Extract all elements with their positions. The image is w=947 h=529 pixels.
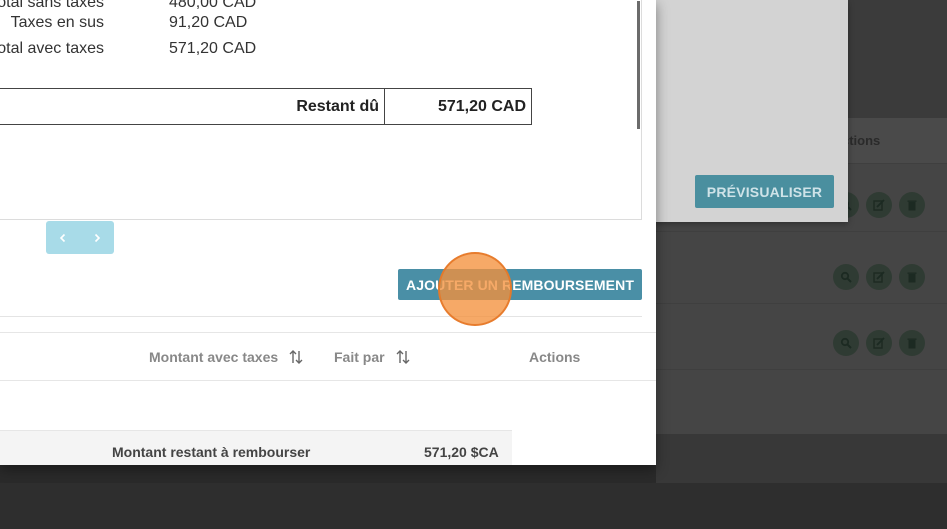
total-value: 571,20 CAD bbox=[169, 40, 257, 57]
edit-icon[interactable] bbox=[866, 192, 892, 218]
column-actions-label: Actions bbox=[529, 349, 581, 365]
refund-summary-row: Montant restant à rembourser 571,20 $CA bbox=[0, 430, 512, 465]
column-by-label: Fait par bbox=[334, 349, 385, 365]
section-divider bbox=[0, 316, 642, 317]
modal-shadow bbox=[0, 465, 656, 483]
column-amount-label: Montant avec taxes bbox=[149, 349, 279, 365]
refunds-table-header: Montant avec taxes Fait par Actions bbox=[0, 332, 656, 381]
remaining-refund-label: Montant restant à rembourser bbox=[112, 444, 311, 460]
taxes-label: Taxes en sus bbox=[10, 14, 104, 31]
previous-page-button[interactable] bbox=[46, 221, 80, 254]
trash-icon[interactable] bbox=[899, 264, 925, 290]
column-actions-header: Actions bbox=[529, 349, 580, 365]
trash-icon[interactable] bbox=[899, 192, 925, 218]
trash-icon[interactable] bbox=[899, 330, 925, 356]
chevron-left-icon bbox=[59, 233, 66, 242]
column-by-header[interactable]: Fait par bbox=[334, 349, 411, 365]
preview-button[interactable]: PRÉVISUALISER bbox=[695, 175, 834, 208]
remaining-refund-value: 571,20 $CA bbox=[424, 444, 499, 460]
subtotal-label: Total sans taxes bbox=[0, 0, 104, 11]
edit-icon[interactable] bbox=[866, 264, 892, 290]
background-table-row bbox=[656, 236, 947, 304]
preview-panel: PRÉVISUALISER bbox=[630, 0, 848, 222]
column-amount-header[interactable]: Montant avec taxes bbox=[149, 349, 304, 365]
invoice-preview-frame: Total sans taxes 480,00 CAD Taxes en sus… bbox=[0, 0, 642, 220]
preview-scrollbar[interactable] bbox=[637, 1, 640, 129]
add-refund-button[interactable]: AJOUTER UN REMBOURSEMENT bbox=[398, 269, 642, 300]
background-footer-strip bbox=[0, 483, 947, 529]
chevron-right-icon bbox=[94, 233, 101, 242]
restant-du-value: 571,20 CAD bbox=[437, 98, 526, 115]
restant-du-label: Restant dû bbox=[0, 89, 385, 124]
sort-icon[interactable] bbox=[395, 349, 411, 365]
search-icon[interactable] bbox=[833, 330, 859, 356]
refund-modal: Total sans taxes 480,00 CAD Taxes en sus… bbox=[0, 0, 656, 465]
edit-icon[interactable] bbox=[866, 330, 892, 356]
total-label: Total avec taxes bbox=[0, 40, 104, 57]
subtotal-value: 480,00 CAD bbox=[169, 0, 257, 11]
background-table-row bbox=[656, 302, 947, 370]
sort-icon[interactable] bbox=[288, 349, 304, 365]
restant-du-table: Restant dû 571,20 CAD bbox=[0, 88, 532, 125]
click-indicator bbox=[438, 252, 512, 326]
taxes-value: 91,20 CAD bbox=[169, 14, 248, 31]
search-icon[interactable] bbox=[833, 264, 859, 290]
next-page-button[interactable] bbox=[80, 221, 114, 254]
preview-pager bbox=[46, 221, 114, 254]
